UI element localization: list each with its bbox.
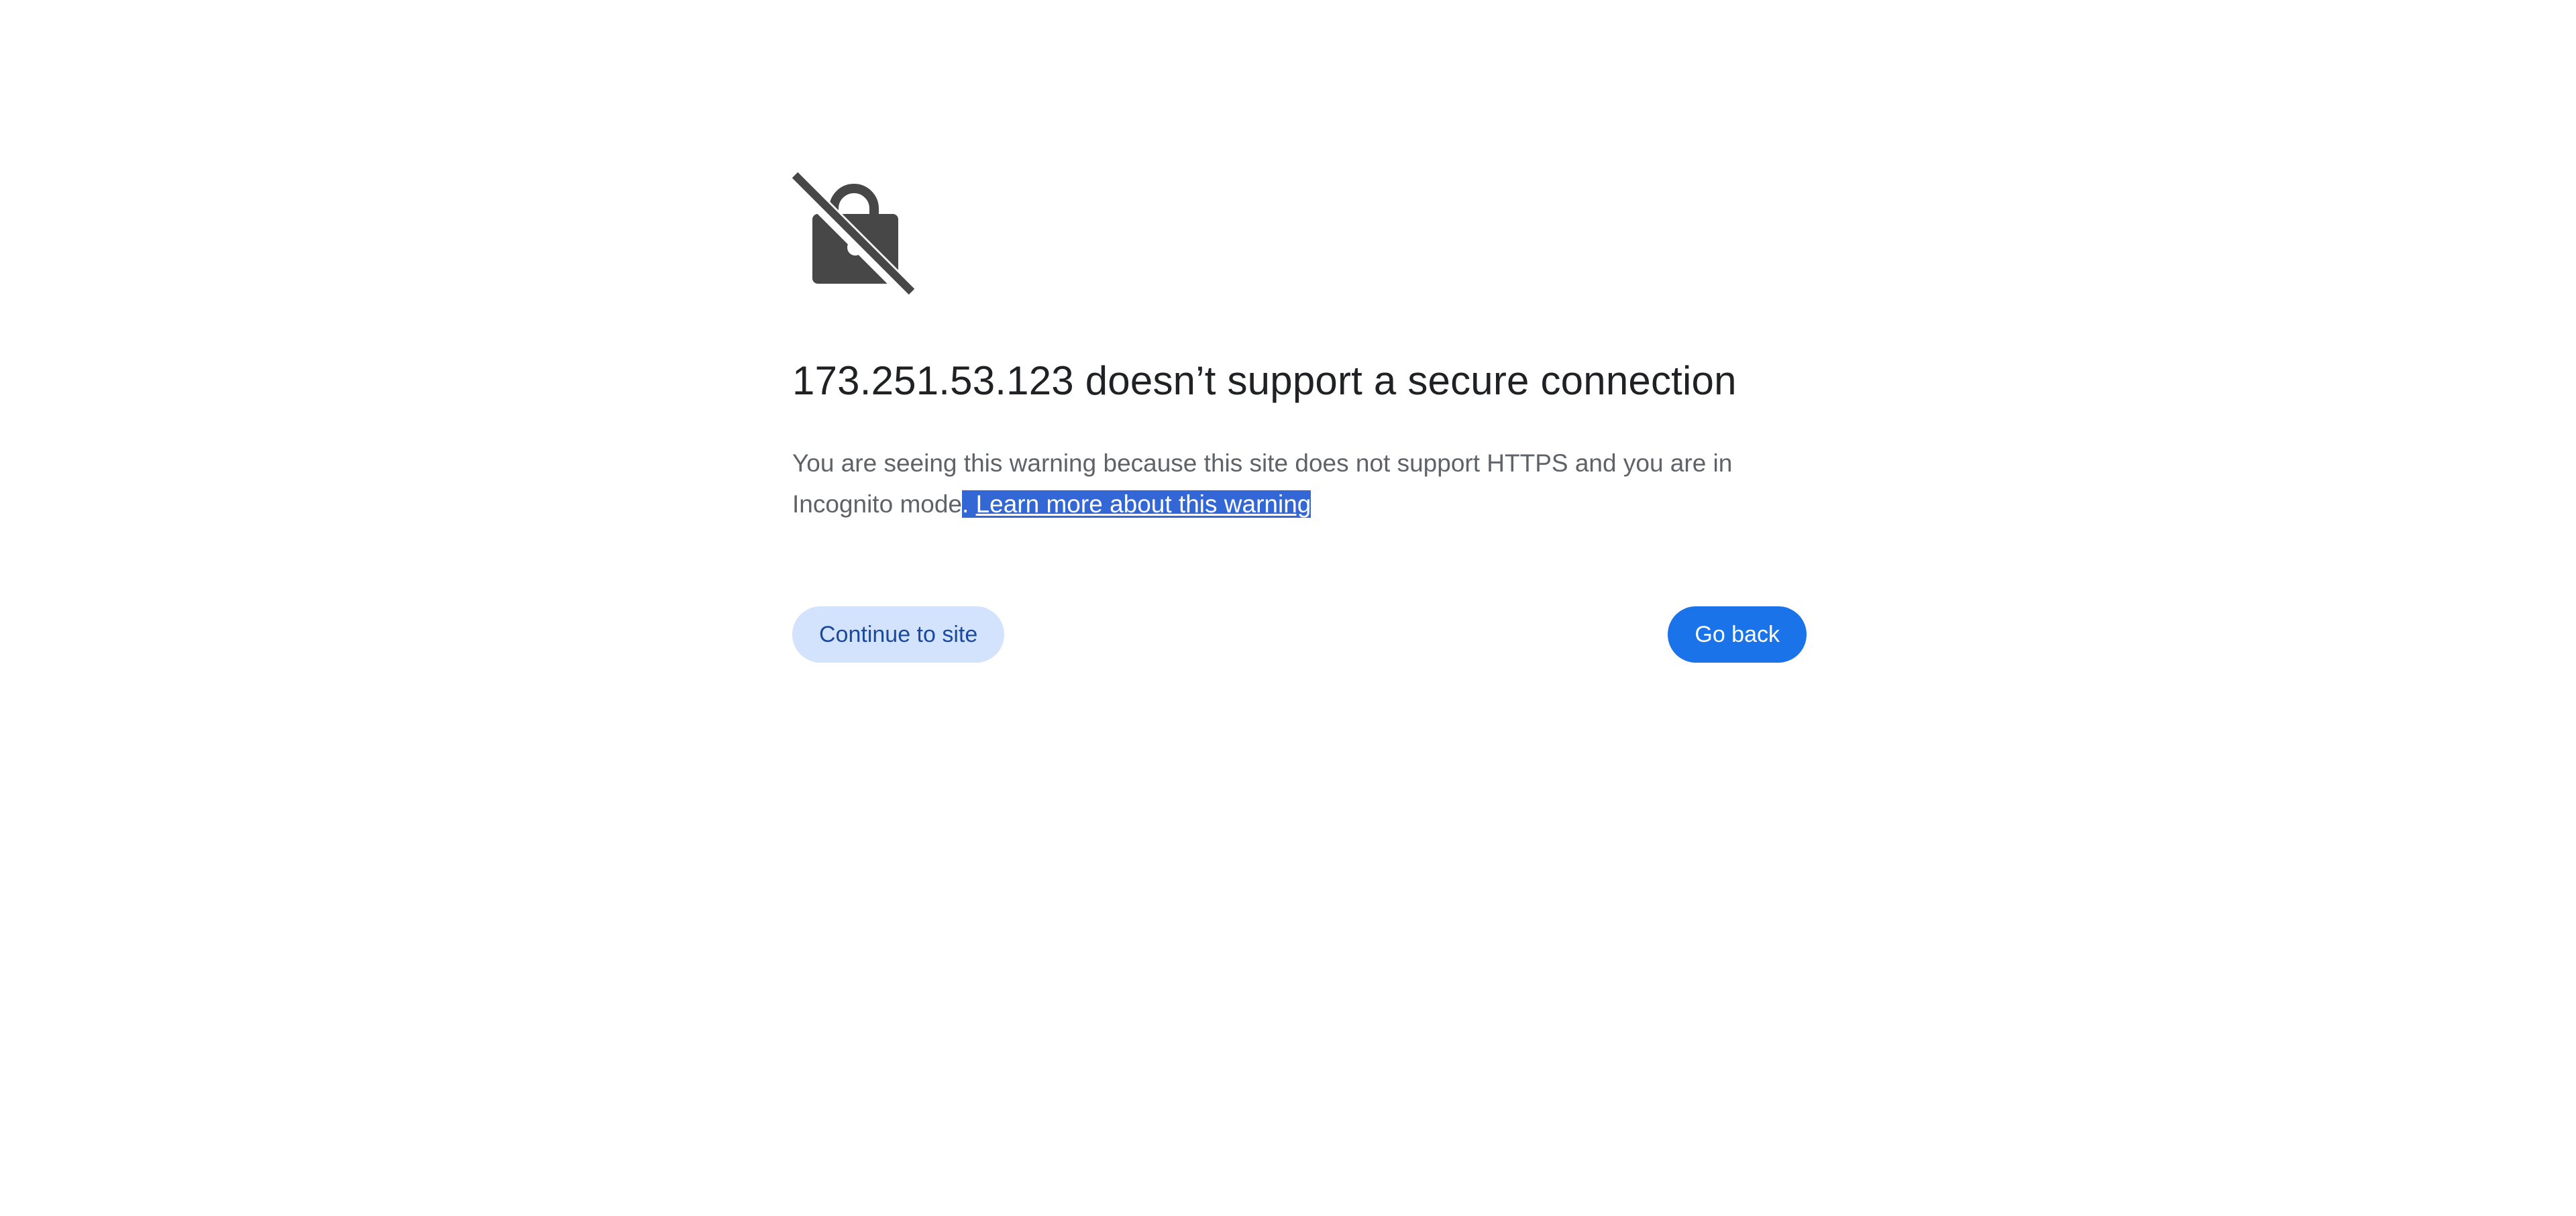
learn-more-highlight: . Learn more about this warning	[962, 490, 1311, 518]
explanation-separator: .	[962, 490, 976, 518]
button-row: Continue to site Go back	[792, 606, 1807, 663]
warning-explanation: You are seeing this warning because this…	[792, 443, 1785, 524]
go-back-button[interactable]: Go back	[1668, 606, 1807, 663]
learn-more-link[interactable]: Learn more about this warning	[976, 490, 1311, 518]
insecure-lock-icon	[792, 171, 916, 294]
page-title: 173.251.53.123 doesn’t support a secure …	[792, 358, 1737, 403]
interstitial-wrapper: 173.251.53.123 doesn’t support a secure …	[792, 171, 1807, 663]
continue-to-site-button[interactable]: Continue to site	[792, 606, 1005, 663]
